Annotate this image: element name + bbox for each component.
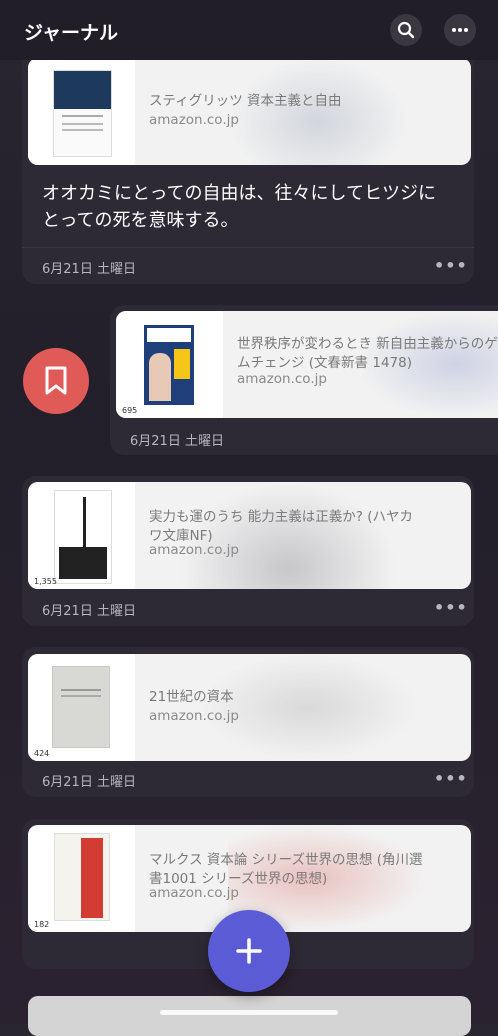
link-preview-card[interactable] (28, 996, 471, 1036)
link-domain: amazon.co.jp (149, 708, 239, 724)
entry-more-button[interactable]: ••• (434, 598, 468, 617)
link-title: 21世紀の資本 (149, 689, 234, 705)
book-thumbnail (116, 311, 223, 418)
link-preview-card[interactable]: 1,355 実力も運のうち 能力主義は正義か? (ハヤカワ文庫NF) amazo… (28, 482, 471, 589)
thumb-number: 1,355 (34, 577, 57, 586)
top-bar: ジャーナル (0, 0, 498, 60)
link-title: 世界秩序が変わるとき 新自由主義からのゲームチェンジ (文春新書 1478) (237, 336, 498, 371)
link-domain: amazon.co.jp (149, 112, 239, 128)
thumb-number: 695 (122, 406, 138, 415)
link-domain: amazon.co.jp (237, 371, 327, 387)
entry-date: 6月21日 土曜日 (42, 604, 136, 619)
link-title: スティグリッツ 資本主義と自由 (149, 93, 342, 109)
book-thumbnail (28, 482, 135, 589)
link-preview-card[interactable]: 424 21世紀の資本 amazon.co.jp (28, 654, 471, 761)
entry-date: 6月21日 土曜日 (130, 434, 224, 449)
entry-more-button[interactable]: ••• (434, 256, 468, 275)
thumb-number: 182 (34, 920, 50, 929)
link-title: 実力も運のうち 能力主義は正義か? (ハヤカワ文庫NF) (149, 509, 414, 544)
page-title: ジャーナル (24, 22, 119, 44)
search-icon (397, 21, 415, 39)
add-entry-button[interactable] (208, 910, 290, 992)
link-title: マルクス 資本論 シリーズ世界の思想 (角川選書1001 シリーズ世界の思想) (149, 852, 423, 887)
entry-note: オオカミにとっての自由は、往々にしてヒツジにとっての死を意味する。 (42, 183, 437, 231)
book-thumbnail (28, 654, 135, 761)
more-button[interactable] (444, 14, 476, 46)
thumb-number: 424 (34, 749, 50, 758)
more-icon (452, 28, 468, 32)
search-button[interactable] (390, 14, 422, 46)
home-indicator (160, 1010, 338, 1015)
link-preview-card[interactable]: スティグリッツ 資本主義と自由 amazon.co.jp (28, 58, 471, 165)
book-thumbnail (28, 825, 135, 932)
plus-icon (236, 938, 262, 964)
book-thumbnail (28, 58, 135, 165)
bookmark-icon (45, 366, 67, 395)
link-domain: amazon.co.jp (149, 542, 239, 558)
entry-more-button[interactable]: ••• (434, 769, 468, 788)
divider (22, 247, 474, 248)
link-preview-card[interactable]: 695 世界秩序が変わるとき 新自由主義からのゲームチェンジ (文春新書 147… (116, 311, 498, 418)
link-domain: amazon.co.jp (149, 885, 239, 901)
entry-date: 6月21日 土曜日 (42, 775, 136, 790)
entry-date: 6月21日 土曜日 (42, 262, 136, 277)
bookmark-action-button[interactable] (23, 348, 89, 414)
